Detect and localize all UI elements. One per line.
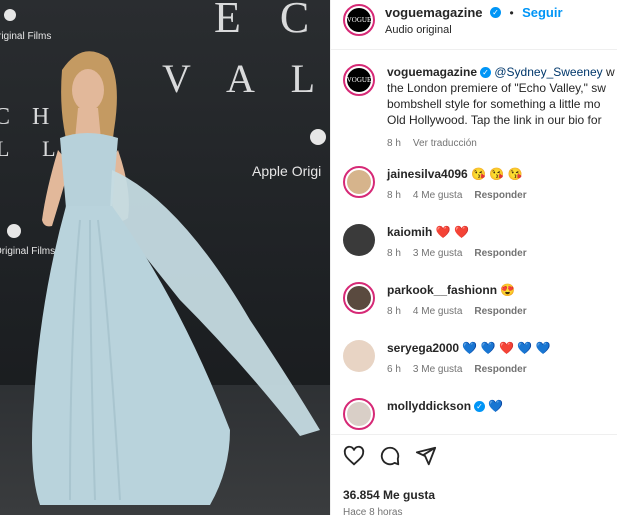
- caption-line3: bombshell style for something a little m…: [387, 97, 601, 111]
- likes-count[interactable]: 36.854 Me gusta: [343, 488, 605, 502]
- comment-text: 💙 💙 ❤️ 💙 💙: [462, 341, 551, 355]
- comment-text: 💙: [488, 399, 504, 413]
- comment-username[interactable]: mollyddickson: [387, 399, 471, 413]
- dress-figure: [4, 9, 326, 505]
- comment-item: parkook__fashionn 😍 8 h 4 Me gusta Respond…: [331, 262, 617, 320]
- comment-item: mollyddickson ✓ 💙: [331, 378, 617, 430]
- verified-badge-icon: ✓: [474, 401, 486, 413]
- comment-likes[interactable]: 4 Me gusta: [413, 306, 462, 317]
- share-icon[interactable]: [415, 445, 437, 467]
- commenter-avatar[interactable]: [343, 282, 375, 314]
- comment-username[interactable]: seryega2000: [387, 341, 459, 355]
- reply-button[interactable]: Responder: [474, 306, 526, 317]
- reply-button[interactable]: Responder: [474, 364, 526, 375]
- commenter-avatar[interactable]: [343, 166, 375, 198]
- comment-username[interactable]: kaiomih: [387, 225, 432, 239]
- post-photo[interactable]: E C V A L C H O L L riginal Films Origin…: [0, 0, 330, 515]
- post-header: VOGUE voguemagazine ✓ • Seguir Audio ori…: [331, 0, 617, 50]
- caption-line1-rest: w: [602, 65, 615, 79]
- comment-time[interactable]: 8 h: [387, 248, 401, 259]
- commenter-avatar[interactable]: [343, 398, 375, 430]
- caption-mention[interactable]: @Sydney_Sweeney: [494, 65, 602, 79]
- comment-username[interactable]: jainesilva4096: [387, 167, 468, 181]
- verified-badge-icon: ✓: [489, 7, 501, 19]
- post-footer: 36.854 Me gusta Hace 8 horas: [331, 434, 617, 518]
- comment-time[interactable]: 8 h: [387, 190, 401, 201]
- reply-button[interactable]: Responder: [474, 190, 526, 201]
- verified-badge-icon: ✓: [480, 67, 492, 79]
- author-avatar[interactable]: VOGUE: [343, 4, 375, 36]
- comment-icon[interactable]: [379, 445, 401, 467]
- post-panel: VOGUE voguemagazine ✓ • Seguir Audio ori…: [330, 0, 617, 518]
- caption-line4: Old Hollywood. Tap the link in our bio f…: [387, 113, 602, 127]
- comment-text: ❤️ ❤️: [435, 225, 469, 239]
- caption-line2: the London premiere of "Echo Valley," sw: [387, 81, 606, 95]
- action-bar: [343, 443, 605, 469]
- comment-text: 😍: [500, 283, 516, 297]
- comment-username[interactable]: parkook__fashionn: [387, 283, 497, 297]
- commenter-avatar[interactable]: [343, 224, 375, 256]
- comment-item: seryega2000 💙 💙 ❤️ 💙 💙 6 h 3 Me gusta Resp…: [331, 320, 617, 378]
- comment-time[interactable]: 6 h: [387, 364, 401, 375]
- audio-label[interactable]: Audio original: [385, 24, 563, 36]
- comment-likes[interactable]: 4 Me gusta: [413, 190, 462, 201]
- caption-time[interactable]: 8 h: [387, 138, 401, 149]
- comment-text: 😘 😘 😘: [471, 167, 523, 181]
- translate-button[interactable]: Ver traducción: [413, 138, 477, 149]
- follow-button[interactable]: Seguir: [522, 5, 562, 20]
- caption: VOGUE voguemagazine ✓ @Sydney_Sweeney w t…: [331, 50, 617, 152]
- commenter-avatar[interactable]: [343, 340, 375, 372]
- comment-item: kaiomih ❤️ ❤️ 8 h 3 Me gusta Responder: [331, 204, 617, 262]
- comment-likes[interactable]: 3 Me gusta: [413, 248, 462, 259]
- comment-likes[interactable]: 3 Me gusta: [413, 364, 462, 375]
- separator-dot: •: [509, 6, 514, 20]
- comments-list[interactable]: VOGUE voguemagazine ✓ @Sydney_Sweeney w t…: [331, 50, 617, 434]
- post-timestamp[interactable]: Hace 8 horas: [343, 507, 605, 518]
- author-username[interactable]: voguemagazine: [385, 5, 483, 20]
- caption-avatar[interactable]: VOGUE: [343, 64, 375, 96]
- reply-button[interactable]: Responder: [474, 248, 526, 259]
- caption-username[interactable]: voguemagazine: [387, 65, 477, 79]
- heart-icon[interactable]: [343, 445, 365, 467]
- comment-time[interactable]: 8 h: [387, 306, 401, 317]
- comment-item: jainesilva4096 😘 😘 😘 8 h 4 Me gusta Respon…: [331, 152, 617, 204]
